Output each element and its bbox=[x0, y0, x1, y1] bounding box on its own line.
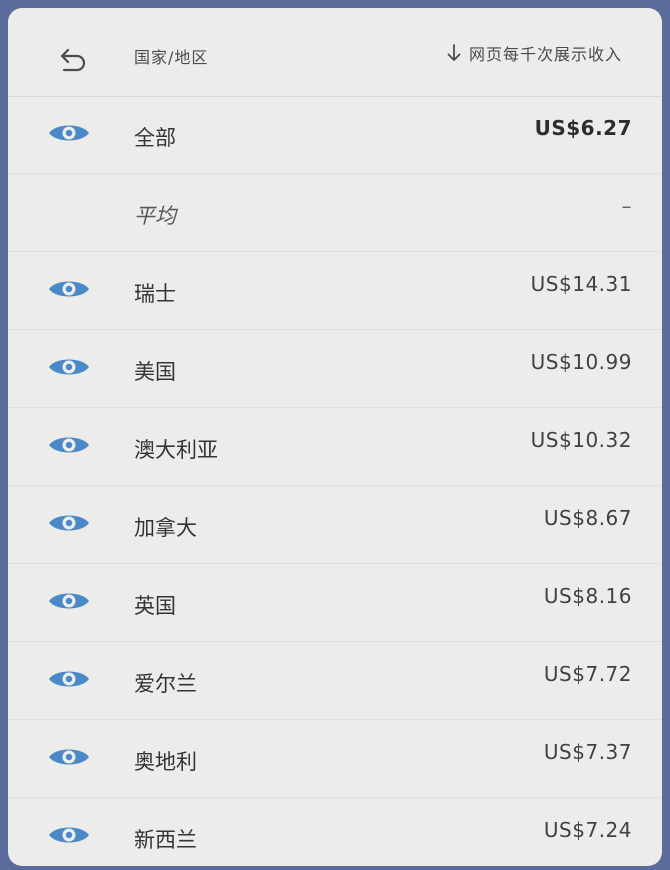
screen: 国家/地区 网页每千次展示收入 全部 US$6.27 平均 – 瑞士 US$14… bbox=[8, 8, 662, 866]
sort-label: 网页每千次展示收入 bbox=[468, 45, 622, 64]
rpm-value: US$10.32 bbox=[530, 428, 632, 452]
country-name: 奥地利 bbox=[134, 750, 197, 774]
table-row[interactable]: 美国 US$10.99 bbox=[8, 330, 662, 408]
rpm-value: US$6.27 bbox=[534, 116, 632, 140]
country-name: 加拿大 bbox=[134, 516, 197, 540]
rpm-value: US$8.67 bbox=[543, 506, 632, 530]
table-row[interactable]: 爱尔兰 US$7.72 bbox=[8, 642, 662, 720]
country-list: 全部 US$6.27 平均 – 瑞士 US$14.31 美国 US$10.99 bbox=[8, 96, 662, 866]
country-name: 爱尔兰 bbox=[134, 672, 197, 696]
country-name: 澳大利亚 bbox=[134, 438, 218, 462]
rpm-value: US$10.99 bbox=[530, 350, 632, 374]
rpm-value: US$14.31 bbox=[530, 272, 632, 296]
sort-rpm-button[interactable]: 网页每千次展示收入 bbox=[447, 41, 622, 65]
table-row[interactable]: 新西兰 US$7.24 bbox=[8, 798, 662, 866]
rpm-value: US$7.37 bbox=[543, 740, 632, 764]
eye-icon[interactable] bbox=[48, 822, 90, 848]
eye-icon[interactable] bbox=[48, 120, 90, 146]
country-name: 平均 bbox=[134, 204, 176, 228]
undo-arrow-icon bbox=[60, 48, 86, 72]
eye-icon[interactable] bbox=[48, 432, 90, 458]
eye-icon[interactable] bbox=[48, 276, 90, 302]
table-row[interactable]: 英国 US$8.16 bbox=[8, 564, 662, 642]
eye-icon[interactable] bbox=[48, 510, 90, 536]
eye-icon[interactable] bbox=[48, 354, 90, 380]
country-column-header[interactable]: 国家/地区 bbox=[134, 44, 208, 68]
arrow-down-icon bbox=[447, 44, 461, 61]
rpm-value: US$8.16 bbox=[543, 584, 632, 608]
country-name: 美国 bbox=[134, 360, 176, 384]
country-name: 瑞士 bbox=[134, 282, 176, 306]
country-name: 全部 bbox=[134, 126, 176, 150]
eye-icon[interactable] bbox=[48, 588, 90, 614]
country-name: 英国 bbox=[134, 594, 176, 618]
table-row: 平均 – bbox=[8, 174, 662, 252]
eye-icon[interactable] bbox=[48, 744, 90, 770]
rpm-value: US$7.72 bbox=[543, 662, 632, 686]
table-header: 国家/地区 网页每千次展示收入 bbox=[8, 8, 662, 97]
country-name: 新西兰 bbox=[134, 828, 197, 852]
table-row[interactable]: 奥地利 US$7.37 bbox=[8, 720, 662, 798]
table-row[interactable]: 瑞士 US$14.31 bbox=[8, 252, 662, 330]
eye-icon[interactable] bbox=[48, 666, 90, 692]
back-button[interactable] bbox=[52, 42, 92, 82]
rpm-value: – bbox=[621, 194, 632, 218]
table-row[interactable]: 加拿大 US$8.67 bbox=[8, 486, 662, 564]
table-row[interactable]: 澳大利亚 US$10.32 bbox=[8, 408, 662, 486]
table-row[interactable]: 全部 US$6.27 bbox=[8, 96, 662, 174]
rpm-value: US$7.24 bbox=[543, 818, 632, 842]
